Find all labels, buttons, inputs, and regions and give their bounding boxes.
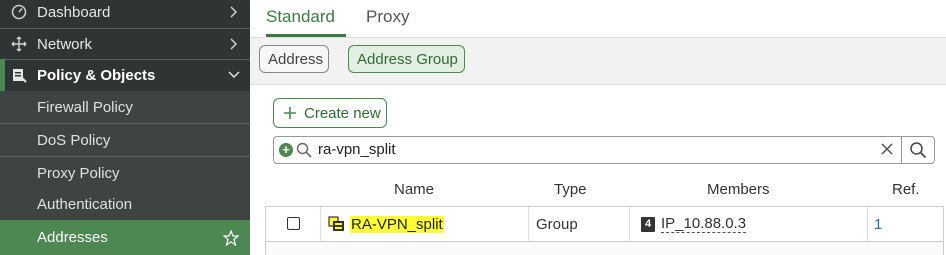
type-cell: Group (529, 207, 630, 241)
row-checkbox[interactable] (287, 217, 300, 230)
plus-icon (282, 105, 298, 121)
tab-standard[interactable]: Standard (266, 0, 346, 37)
sidebar-item-label: Dashboard (37, 3, 111, 21)
subtab-bar: Address Address Group (250, 38, 946, 85)
row-ref-link[interactable]: 1 (874, 216, 882, 233)
address-group-icon (328, 216, 346, 232)
sidebar-item-label: Proxy Policy (37, 164, 120, 182)
create-new-label: Create new (304, 104, 381, 122)
chevron-right-icon (228, 38, 240, 50)
search-bar[interactable]: + ra-vpn_split (273, 136, 935, 164)
sidebar-item-proxy-policy[interactable]: Proxy Policy (0, 157, 250, 189)
main-content: Standard Proxy Address Address Group Cre… (250, 0, 946, 255)
sidebar-item-label: Authentication (37, 195, 133, 213)
policy-icon (10, 66, 28, 84)
row-member[interactable]: IP_10.88.0.3 (661, 215, 747, 233)
select-cell (266, 207, 321, 241)
sidebar-item-policy-objects[interactable]: Policy & Objects (0, 59, 250, 91)
sidebar-item-label: Addresses (37, 229, 108, 246)
sidebar-item-addresses[interactable]: Addresses (0, 220, 250, 255)
create-new-button[interactable]: Create new (273, 98, 387, 128)
row-type: Group (536, 215, 578, 233)
sidebar-item-label: Firewall Policy (37, 98, 133, 116)
table-row[interactable]: RA-VPN_split Group 4 IP_10.88.0.3 1 (265, 206, 944, 242)
sidebar-item-dos-policy[interactable]: DoS Policy (0, 124, 250, 156)
column-header-members[interactable]: Members (707, 181, 770, 198)
search-input[interactable]: ra-vpn_split (318, 141, 396, 158)
star-icon[interactable] (222, 229, 240, 247)
sidebar: Dashboard Network Policy & Objects Firew… (0, 0, 250, 255)
sidebar-item-dashboard[interactable]: Dashboard (0, 0, 250, 28)
ref-cell: 1 (868, 207, 943, 241)
subtab-address-group[interactable]: Address Group (348, 45, 465, 73)
row-name[interactable]: RA-VPN_split (350, 215, 444, 233)
network-icon (10, 35, 28, 53)
search-icon (296, 142, 312, 158)
tab-proxy[interactable]: Proxy (366, 0, 409, 37)
chevron-down-icon (228, 69, 240, 81)
sidebar-item-firewall-policy[interactable]: Firewall Policy (0, 91, 250, 123)
sidebar-item-authentication[interactable]: Authentication (0, 188, 250, 220)
add-filter-icon[interactable]: + (279, 143, 293, 157)
subtab-address[interactable]: Address (259, 45, 329, 73)
dashboard-icon (10, 3, 28, 21)
column-header-name[interactable]: Name (394, 181, 434, 198)
chevron-right-icon (228, 6, 240, 18)
members-cell: 4 IP_10.88.0.3 (630, 207, 868, 241)
sidebar-item-network[interactable]: Network (0, 28, 250, 60)
sidebar-item-label: Network (37, 35, 93, 53)
column-header-type[interactable]: Type (554, 181, 587, 198)
search-icon (910, 142, 927, 159)
sidebar-item-label: Policy & Objects (37, 66, 156, 84)
table-row-partial (265, 242, 944, 255)
sidebar-item-label: DoS Policy (37, 131, 111, 149)
clear-search-icon[interactable] (880, 142, 896, 158)
column-header-ref[interactable]: Ref. (892, 181, 920, 198)
search-button[interactable] (901, 137, 934, 163)
table-header: Name Type Members Ref. (265, 176, 943, 204)
address-icon: 4 (641, 216, 655, 232)
tab-bar: Standard Proxy (250, 0, 946, 38)
name-cell: RA-VPN_split (321, 207, 529, 241)
